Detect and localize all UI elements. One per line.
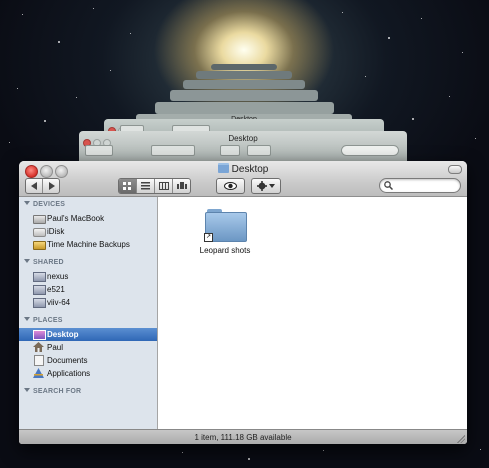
alias-arrow-icon: ↗ [204, 233, 213, 242]
cover-flow-icon [176, 182, 187, 189]
applications-icon [33, 368, 44, 378]
cover-flow-button[interactable] [173, 179, 190, 193]
disclosure-triangle-icon [24, 388, 30, 392]
sidebar-item-label: nexus [47, 272, 69, 281]
search-field[interactable] [379, 178, 461, 193]
back-button[interactable] [26, 179, 43, 193]
network-computer-icon [33, 285, 46, 295]
column-view-icon [158, 182, 169, 190]
status-bar: 1 item, 111.18 GB available [19, 429, 467, 444]
window-title: Desktop [19, 163, 467, 177]
sidebar-item-paul[interactable]: Paul [19, 341, 157, 354]
home-icon [33, 342, 44, 352]
network-computer-icon [33, 272, 46, 282]
search-icon [384, 181, 393, 190]
stacked-window [155, 102, 334, 114]
sidebar-item-label: Paul [47, 343, 64, 352]
stacked-window [170, 90, 318, 101]
sidebar-item-documents[interactable]: Documents [19, 354, 157, 367]
sidebar-section-places[interactable]: PLACES [24, 317, 63, 324]
idisk-icon [33, 228, 46, 237]
sidebar-item-desktop[interactable]: Desktop [19, 328, 157, 341]
hard-disk-icon [33, 215, 46, 224]
sidebar-section-search-for[interactable]: SEARCH FOR [24, 388, 81, 395]
icon-view-icon [123, 182, 131, 190]
file-browser-area[interactable]: ↗ Leopard shots [158, 197, 467, 429]
nav-buttons [85, 145, 113, 156]
section-header-label: PLACES [33, 317, 63, 324]
backup-disk-icon [33, 241, 46, 250]
sidebar-item-label: Applications [47, 369, 91, 378]
sidebar-item-label: Paul's MacBook [47, 214, 105, 223]
back-forward-group [25, 178, 60, 194]
forward-button[interactable] [43, 179, 59, 193]
toolbar-toggle-button[interactable] [448, 165, 462, 174]
sidebar-item-e521[interactable]: e521 [19, 283, 157, 296]
view-mode-group [118, 178, 191, 194]
search-field [341, 145, 399, 156]
list-view-button[interactable] [137, 179, 155, 193]
section-header-label: SHARED [33, 259, 64, 266]
list-view-icon [141, 182, 150, 190]
sidebar-item-label: e521 [47, 285, 65, 294]
window-title-text: Desktop [231, 164, 269, 175]
sidebar-item-viiv-64[interactable]: viiv-64 [19, 296, 157, 309]
stacked-window [211, 64, 277, 70]
stacked-window [196, 71, 292, 79]
sidebar-item-label: viiv-64 [47, 298, 71, 307]
sidebar-item-applications[interactable]: Applications [19, 367, 157, 380]
quicklook-button [220, 145, 240, 156]
stacked-window[interactable]: Desktop [79, 131, 407, 161]
sidebar-section-shared[interactable]: SHARED [24, 259, 64, 266]
column-view-button[interactable] [155, 179, 173, 193]
view-buttons [151, 145, 195, 156]
sidebar-item-label: iDisk [47, 227, 65, 236]
resize-grip-icon[interactable] [457, 435, 465, 443]
stacked-window-title: Desktop [228, 134, 258, 143]
disclosure-triangle-icon [24, 201, 30, 205]
sidebar-item-nexus[interactable]: nexus [19, 270, 157, 283]
sidebar-item-label: Desktop [47, 330, 79, 339]
desktop-icon [33, 330, 46, 340]
folder-icon [217, 163, 229, 173]
sidebar-item-time-machine[interactable]: Time Machine Backups [19, 238, 157, 251]
sidebar: DEVICES Paul's MacBook iDisk Time Machin… [19, 197, 158, 429]
section-header-label: DEVICES [33, 201, 66, 208]
disclosure-triangle-icon [24, 317, 30, 321]
stacked-window [183, 80, 305, 89]
sidebar-item-idisk[interactable]: iDisk [19, 225, 157, 238]
title-bar[interactable]: Desktop [19, 161, 467, 197]
folder-alias-icon: ↗ [204, 209, 247, 242]
sidebar-item-macbook[interactable]: Paul's MacBook [19, 212, 157, 225]
chevron-down-icon [269, 183, 275, 188]
sidebar-item-label: Documents [47, 356, 88, 365]
section-header-label: SEARCH FOR [33, 388, 82, 395]
quicklook-button[interactable] [216, 178, 245, 194]
chevron-right-icon [48, 182, 55, 190]
sidebar-item-label: Time Machine Backups [47, 240, 130, 249]
action-button [247, 145, 271, 156]
file-name: Leopard shots [199, 246, 251, 255]
action-menu-button[interactable] [251, 178, 281, 194]
gear-icon [257, 181, 267, 191]
status-text: 1 item, 111.18 GB available [194, 433, 292, 442]
chevron-left-icon [30, 182, 37, 190]
network-computer-icon [33, 298, 46, 308]
eye-icon [224, 182, 237, 190]
disclosure-triangle-icon [24, 259, 30, 263]
documents-icon [34, 355, 44, 366]
sidebar-section-devices[interactable]: DEVICES [24, 201, 65, 208]
file-item[interactable]: ↗ Leopard shots [189, 209, 261, 255]
icon-view-button[interactable] [119, 179, 137, 193]
finder-window[interactable]: Desktop DEVICES Paul's MacBook iDisk Tim… [19, 161, 467, 444]
